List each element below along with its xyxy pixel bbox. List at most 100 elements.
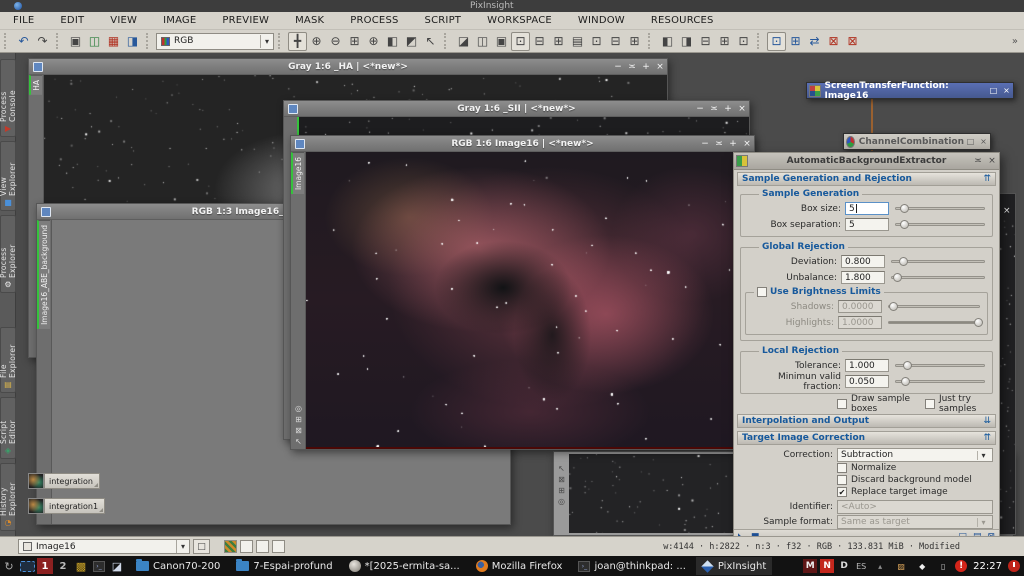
- menu-workspace[interactable]: WORKSPACE: [474, 15, 565, 26]
- minimize-button[interactable]: −: [693, 102, 707, 116]
- view-select-dropdown-icon[interactable]: ▾: [176, 540, 189, 553]
- unbalance-slider[interactable]: [891, 272, 985, 283]
- abe-titlebar[interactable]: AutomaticBackgroundExtractor ≍ ×: [734, 153, 999, 170]
- dock-tab-process-explorer[interactable]: Process Explorer ⚙: [0, 215, 16, 293]
- abe-dialog[interactable]: AutomaticBackgroundExtractor ≍ × Sample …: [733, 152, 1000, 536]
- channel-combination-window[interactable]: ChannelCombination □ ×: [843, 133, 991, 150]
- shade-button[interactable]: ≍: [712, 137, 726, 151]
- restore-button[interactable]: □: [964, 135, 977, 148]
- dock-tab-process-console[interactable]: Process Console ▶: [0, 59, 16, 137]
- fit-icon[interactable]: ⊠: [558, 475, 565, 484]
- fit-window-icon[interactable]: ▣: [66, 32, 85, 51]
- center-view-icon[interactable]: ⊕: [364, 32, 383, 51]
- readout-swatch[interactable]: [256, 540, 269, 553]
- zoom-in-icon[interactable]: ⊕: [307, 32, 326, 51]
- ha-view-tab[interactable]: HA: [29, 75, 42, 95]
- dock-tab-script-editor[interactable]: Script Editor ◈: [0, 397, 16, 459]
- panel-right-icon[interactable]: ◨: [677, 32, 696, 51]
- correction-dropdown[interactable]: Subtraction ▾: [837, 448, 993, 462]
- min-valid-fraction-slider[interactable]: [895, 376, 985, 387]
- rgb-window-titlebar[interactable]: RGB 1:6 Image16 | <*new*> − ≍ + ×: [291, 136, 754, 152]
- unbalance-input[interactable]: 1.800: [841, 271, 885, 284]
- task-7-espai-profund[interactable]: 7-Espai-profund: [230, 557, 338, 575]
- mask-select-icon[interactable]: ⊟: [530, 32, 549, 51]
- close-button[interactable]: ×: [740, 137, 754, 151]
- dock-tab-history-explorer[interactable]: History Explorer ◔: [0, 463, 16, 531]
- pointer-icon[interactable]: ↖: [295, 437, 302, 446]
- zoom-out-icon[interactable]: ⊖: [326, 32, 345, 51]
- channel-mode-icon[interactable]: ◨: [123, 32, 142, 51]
- fit-icon[interactable]: ⊠: [295, 426, 302, 435]
- box-size-slider[interactable]: [895, 203, 985, 214]
- tray-network-icon[interactable]: ▴: [871, 557, 889, 575]
- doc-save-icon[interactable]: ⊟: [606, 32, 625, 51]
- doc-revert-icon[interactable]: ⊞: [625, 32, 644, 51]
- view-c-icon[interactable]: ⊡: [734, 32, 753, 51]
- close-button[interactable]: ×: [653, 60, 667, 74]
- terminal-launcher-icon[interactable]: ›_: [90, 557, 108, 575]
- screen-reset-icon[interactable]: ⊠: [824, 32, 843, 51]
- tolerance-slider[interactable]: [895, 360, 985, 371]
- menu-script[interactable]: SCRIPT: [412, 15, 475, 26]
- readout-mode-icon[interactable]: ◧: [383, 32, 402, 51]
- tray-battery-icon[interactable]: ▯: [934, 557, 952, 575]
- panel-left-icon[interactable]: ◧: [658, 32, 677, 51]
- box-separation-input[interactable]: 5: [845, 218, 889, 231]
- combobox-dropdown-icon[interactable]: ▾: [260, 35, 273, 48]
- workspace-switcher-icon[interactable]: ↻: [0, 557, 18, 575]
- section-target-image-correction[interactable]: Target Image Correction ⇈: [737, 431, 996, 445]
- close-button[interactable]: ×: [985, 154, 999, 168]
- min-valid-fraction-input[interactable]: 0.050: [845, 375, 889, 388]
- view-b-icon[interactable]: ⊞: [715, 32, 734, 51]
- shade-button[interactable]: ≍: [971, 154, 985, 168]
- close-button[interactable]: ×: [977, 135, 990, 148]
- screen-swap-icon[interactable]: ⇄: [805, 32, 824, 51]
- screen-disable-icon[interactable]: ⊠: [843, 32, 862, 51]
- annotate-third-icon[interactable]: ▣: [492, 32, 511, 51]
- replace-target-checkbox[interactable]: ✔: [837, 487, 847, 497]
- deviation-input[interactable]: 0.800: [841, 255, 885, 268]
- restore-button[interactable]: □: [987, 84, 1000, 97]
- workspace-1-button[interactable]: 1: [37, 558, 53, 574]
- fit-view-icon[interactable]: ⊞: [345, 32, 364, 51]
- collapse-icon[interactable]: ⇈: [983, 174, 991, 184]
- section-interpolation-output[interactable]: Interpolation and Output ⇊: [737, 414, 996, 428]
- draw-sample-boxes-checkbox[interactable]: [837, 399, 847, 409]
- rgb-image[interactable]: [306, 152, 754, 449]
- abe-bg-view-tab[interactable]: Image16_ABE_background: [37, 220, 50, 329]
- channel-select-combobox[interactable]: RGB ▾: [156, 33, 274, 50]
- tolerance-input[interactable]: 1.000: [845, 359, 889, 372]
- zoom-icon[interactable]: ⊞: [558, 486, 565, 495]
- close-button[interactable]: ×: [1000, 84, 1013, 97]
- undo-icon[interactable]: ↶: [14, 32, 33, 51]
- ha-window-titlebar[interactable]: Gray 1:6 _HA | <*new*> − ≍ + ×: [29, 59, 667, 75]
- menu-window[interactable]: WINDOW: [565, 15, 638, 26]
- identifier-input[interactable]: <Auto>: [837, 500, 993, 514]
- box-size-input[interactable]: 5: [845, 202, 889, 215]
- toolbar-overflow-button[interactable]: »: [1012, 36, 1018, 47]
- view-a-icon[interactable]: ⊟: [696, 32, 715, 51]
- view-select-combobox[interactable]: Image16 ▾: [18, 539, 190, 554]
- stf-window[interactable]: ScreenTransferFunction: Image16 □ ×: [806, 82, 1014, 99]
- package-manager-icon[interactable]: ▩: [72, 557, 90, 575]
- redo-icon[interactable]: ↷: [33, 32, 52, 51]
- menu-process[interactable]: PROCESS: [337, 15, 411, 26]
- pointer-icon[interactable]: ↖: [558, 464, 565, 473]
- discard-background-checkbox[interactable]: [837, 475, 847, 485]
- readout-swatch[interactable]: [240, 540, 253, 553]
- tray-indicator-n[interactable]: N: [820, 559, 834, 573]
- maximize-button[interactable]: +: [721, 102, 735, 116]
- close-button[interactable]: ×: [735, 102, 749, 116]
- tray-keyboard-layout[interactable]: ES: [854, 559, 868, 573]
- maximize-button[interactable]: +: [639, 60, 653, 74]
- hidden-window-close-icon[interactable]: ×: [1003, 206, 1011, 216]
- image-window-rgb[interactable]: RGB 1:6 Image16 | <*new*> − ≍ + × Image1…: [290, 135, 755, 450]
- mask-invert-icon[interactable]: ⊞: [549, 32, 568, 51]
- box-separation-slider[interactable]: [895, 219, 985, 230]
- pointer-mode-icon[interactable]: ↖: [421, 32, 440, 51]
- window-list-button[interactable]: □: [193, 539, 210, 554]
- readout-icon[interactable]: ◎: [558, 497, 565, 506]
- histogram-icon[interactable]: ▤: [568, 32, 587, 51]
- annotate-icon[interactable]: ◪: [454, 32, 473, 51]
- collapse-icon[interactable]: ⇈: [983, 433, 991, 443]
